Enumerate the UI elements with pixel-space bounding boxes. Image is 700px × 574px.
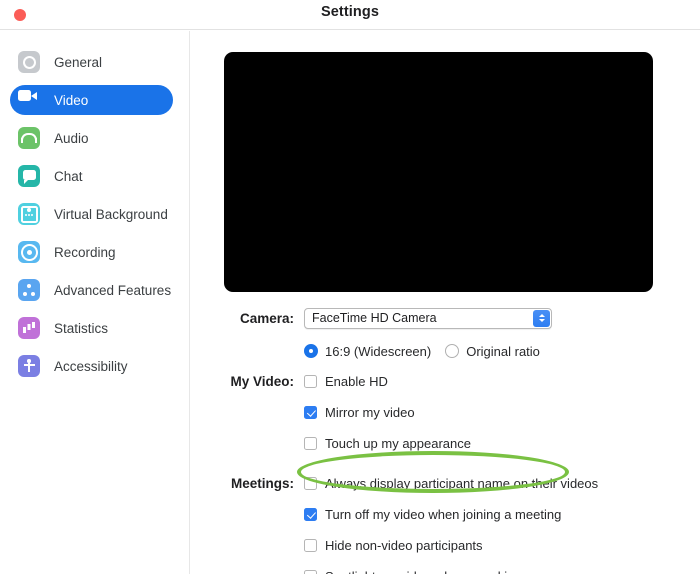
sidebar-item-label: Recording [54, 244, 116, 260]
camera-select[interactable]: FaceTime HD Camera [304, 307, 552, 329]
camera-preview [224, 52, 653, 292]
checkbox-label: Turn off my video when joining a meeting [325, 506, 562, 522]
checkbox-row: Hide non-video participants [191, 534, 700, 556]
sidebar-item-label: Accessibility [54, 358, 128, 374]
radio-button[interactable] [445, 344, 460, 358]
sidebar-item-label: Virtual Background [54, 206, 168, 222]
aspect-ratio-option-0[interactable]: 16:9 (Widescreen) [304, 344, 431, 359]
sidebar-item-label: Audio [54, 130, 89, 146]
aspect-ratio-option-label: Original ratio [466, 343, 540, 359]
title-bar: Settings [0, 0, 700, 30]
sidebar-item-statistics[interactable]: Statistics [10, 313, 173, 343]
checkbox-label: Hide non-video participants [325, 537, 483, 553]
sidebar-item-recording[interactable]: Recording [10, 237, 173, 267]
checkbox-row: My Video: Enable HD [191, 370, 700, 392]
video-settings-panel: Camera: FaceTime HD Camera 16:9 (Widescr… [191, 31, 700, 574]
sidebar-item-label: Statistics [54, 320, 109, 336]
chevron-updown-icon[interactable] [533, 309, 550, 327]
accessibility-icon [18, 355, 40, 377]
video-camera-icon [18, 89, 40, 111]
checkbox-row: Spotlight my video when speaking [191, 565, 700, 574]
sidebar-item-label: Video [54, 92, 89, 108]
checkbox-label: Spotlight my video when speaking [325, 569, 522, 574]
gear-icon [18, 51, 40, 73]
sidebar-item-label: General [54, 54, 103, 70]
aspect-ratio-option-1[interactable]: Original ratio [445, 344, 540, 359]
sidebar-item-general[interactable]: General [10, 47, 173, 77]
checkbox-row: Meetings: Always display participant name… [191, 472, 700, 494]
checkbox[interactable] [304, 405, 317, 419]
checkbox-label: Always display participant name on their… [325, 475, 599, 491]
page-title: Settings [321, 4, 379, 20]
aspect-ratio-option-label: 16:9 (Widescreen) [325, 343, 432, 359]
settings-window: Settings General Video Audio Chat Virtual Ba… [0, 0, 700, 574]
advanced-features-icon [18, 279, 40, 301]
checkbox[interactable] [304, 476, 317, 490]
camera-row: Camera: FaceTime HD Camera [191, 306, 700, 330]
sidebar-item-accessibility[interactable]: Accessibility [10, 351, 173, 381]
sidebar-item-advanced-features[interactable]: Advanced Features [10, 275, 173, 305]
chat-bubble-icon [18, 165, 40, 187]
checkbox-row: Turn off my video when joining a meeting [191, 503, 700, 525]
bar-chart-icon [18, 317, 40, 339]
settings-sidebar: General Video Audio Chat Virtual Background R… [0, 31, 190, 574]
radio-button[interactable] [304, 344, 318, 358]
sidebar-item-audio[interactable]: Audio [10, 123, 173, 153]
checkbox-label: Enable HD [325, 373, 388, 389]
checkbox-label: Touch up my appearance [325, 435, 471, 451]
sidebar-item-virtual-background[interactable]: Virtual Background [10, 199, 173, 229]
checkbox-label: Mirror my video [325, 404, 415, 420]
aspect-ratio-row: 16:9 (Widescreen) Original ratio [191, 340, 700, 362]
checkbox[interactable] [304, 569, 317, 574]
checkbox-row: Touch up my appearance [191, 432, 700, 454]
checkbox[interactable] [304, 374, 317, 388]
meetings-label: Meetings: [230, 475, 294, 491]
camera-select-value: FaceTime HD Camera [312, 311, 437, 325]
record-circle-icon [18, 241, 40, 263]
my-video-group: My Video: Enable HD Mirror my video Touch u… [191, 370, 700, 454]
checkbox[interactable] [304, 436, 317, 450]
person-frame-icon [18, 203, 40, 225]
checkbox[interactable] [304, 507, 317, 521]
sidebar-item-video[interactable]: Video [10, 85, 173, 115]
headphones-icon [18, 127, 40, 149]
checkbox-row: Mirror my video [191, 401, 700, 423]
video-settings-form: Camera: FaceTime HD Camera 16:9 (Widescr… [191, 306, 700, 574]
camera-label: Camera: [239, 310, 294, 326]
meetings-group: Meetings: Always display participant name… [191, 472, 700, 574]
sidebar-item-chat[interactable]: Chat [10, 161, 173, 191]
sidebar-item-label: Advanced Features [54, 282, 172, 298]
my_video-label: My Video: [230, 373, 294, 389]
sidebar-item-label: Chat [54, 168, 83, 184]
checkbox[interactable] [304, 538, 317, 552]
